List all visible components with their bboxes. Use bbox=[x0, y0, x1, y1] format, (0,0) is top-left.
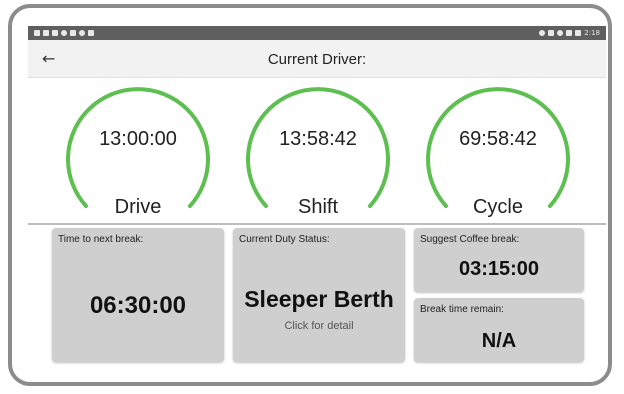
image-icon bbox=[43, 30, 49, 36]
shift-gauge[interactable]: 13:58:42 Shift bbox=[238, 78, 398, 226]
cycle-gauge[interactable]: 69:58:42 Cycle bbox=[418, 78, 578, 226]
duty-status-caption: Current Duty Status: bbox=[239, 234, 330, 245]
drive-gauge[interactable]: 13:00:00 Drive bbox=[58, 78, 218, 226]
location-icon bbox=[539, 30, 546, 36]
app-header: ← Current Driver: bbox=[28, 40, 606, 78]
duty-status-card[interactable]: Current Duty Status: Sleeper Berth Click… bbox=[233, 228, 405, 362]
shift-label: Shift bbox=[297, 196, 339, 218]
section-divider bbox=[28, 223, 606, 225]
status-bar: 2:18 bbox=[28, 26, 606, 40]
break-remain-card[interactable]: Break time remain: N/A bbox=[414, 298, 584, 362]
next-break-card[interactable]: Time to next break: 06:30:00 bbox=[52, 228, 224, 362]
n-icon bbox=[70, 30, 76, 36]
page-title: Current Driver: bbox=[267, 51, 367, 68]
signal-icon bbox=[566, 30, 573, 36]
coffee-break-caption: Suggest Coffee break: bbox=[420, 234, 520, 245]
alarm-icon bbox=[557, 30, 564, 36]
drive-label: Drive bbox=[114, 196, 162, 218]
hours-gauges: 13:00:00 Drive 13:58:42 Shift 69:58:42 C… bbox=[28, 78, 606, 226]
lock-icon bbox=[52, 30, 58, 36]
warning-icon bbox=[34, 30, 40, 36]
coffee-break-card[interactable]: Suggest Coffee break: 03:15:00 bbox=[414, 228, 584, 292]
app-screen: 2:18 ← Current Driver: 13:00:00 Drive 13… bbox=[28, 26, 606, 366]
cycle-label: Cycle bbox=[472, 196, 523, 218]
break-remain-caption: Break time remain: bbox=[420, 304, 504, 315]
battery-icon bbox=[575, 30, 582, 36]
duty-status-value: Sleeper Berth bbox=[244, 286, 394, 312]
shift-time: 13:58:42 bbox=[279, 128, 357, 150]
play-icon bbox=[88, 30, 94, 36]
coffee-break-value: 03:15:00 bbox=[458, 258, 540, 280]
duty-status-hint[interactable]: Click for detail bbox=[233, 320, 405, 332]
drive-time: 13:00:00 bbox=[99, 128, 177, 150]
wifi-icon bbox=[79, 30, 85, 36]
circle-icon bbox=[61, 30, 67, 36]
vibrate-icon bbox=[548, 30, 555, 36]
cycle-time: 69:58:42 bbox=[459, 128, 537, 150]
status-time: 2:18 bbox=[584, 29, 600, 37]
next-break-caption: Time to next break: bbox=[58, 234, 144, 245]
break-remain-value: N/A bbox=[481, 330, 517, 352]
next-break-value: 06:30:00 bbox=[89, 292, 187, 319]
